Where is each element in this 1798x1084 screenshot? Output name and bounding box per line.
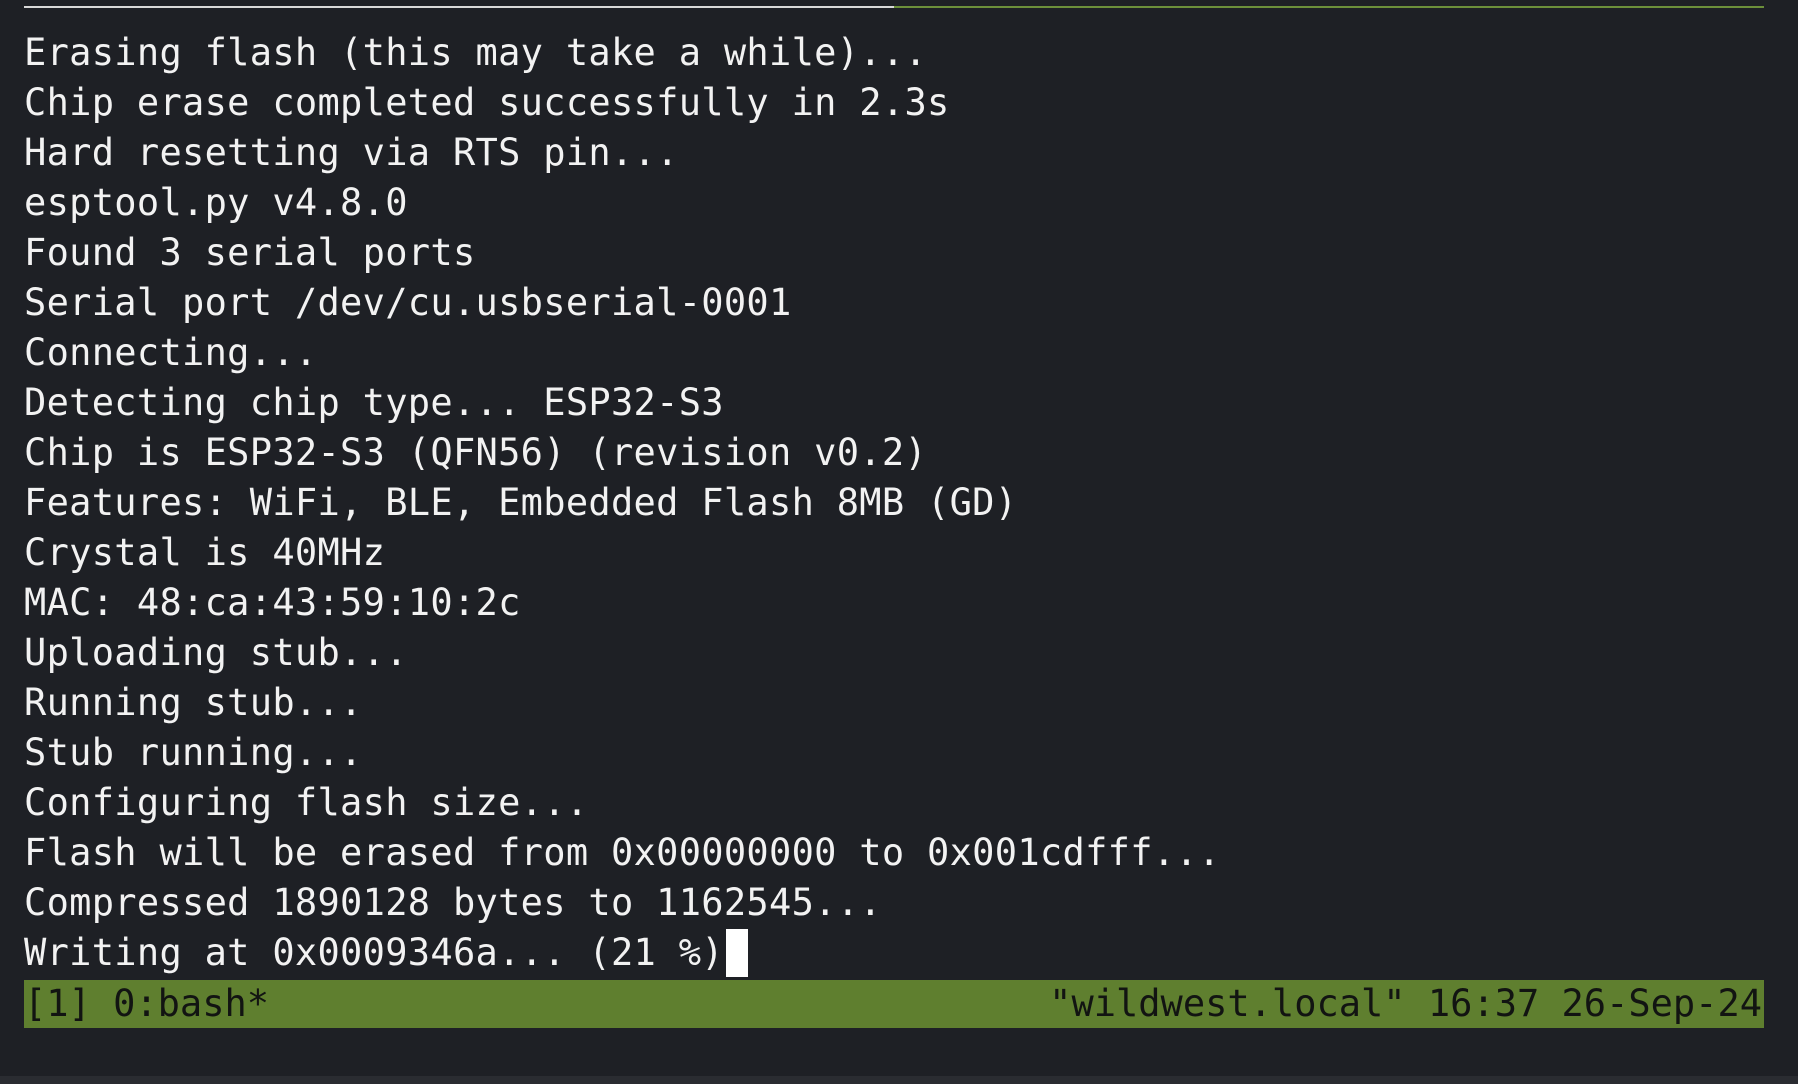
terminal-line: Detecting chip type... ESP32-S3 (24, 381, 724, 424)
terminal-line: Found 3 serial ports (24, 231, 476, 274)
tmux-status-bar: [1] 0:bash* "wildwest.local" 16:37 26-Se… (24, 980, 1764, 1028)
terminal-line: Stub running... (24, 731, 363, 774)
terminal-line: Uploading stub... (24, 631, 408, 674)
terminal-output[interactable]: Erasing flash (this may take a while)...… (24, 28, 1764, 978)
terminal-window: Erasing flash (this may take a while)...… (0, 0, 1798, 1084)
terminal-line: Chip is ESP32-S3 (QFN56) (revision v0.2) (24, 431, 928, 474)
window-bottom-edge (0, 1076, 1798, 1084)
terminal-line: Hard resetting via RTS pin... (24, 131, 679, 174)
tmux-status-right: "wildwest.local" 16:37 26-Sep-24 (1049, 982, 1762, 1025)
terminal-line: Flash will be erased from 0x00000000 to … (24, 831, 1221, 874)
terminal-line: Connecting... (24, 331, 318, 374)
terminal-line: Serial port /dev/cu.usbserial-0001 (24, 281, 792, 324)
terminal-current-line: Writing at 0x0009346a... (21 %) (24, 928, 1764, 978)
terminal-line: Chip erase completed successfully in 2.3… (24, 81, 950, 124)
terminal-line: Crystal is 40MHz (24, 531, 386, 574)
terminal-line: esptool.py v4.8.0 (24, 181, 408, 224)
text-cursor (725, 929, 748, 977)
terminal-line: Configuring flash size... (24, 781, 589, 824)
tmux-window-list[interactable]: [1] 0:bash* (24, 980, 269, 1028)
pane-border (24, 6, 1764, 8)
terminal-line: Features: WiFi, BLE, Embedded Flash 8MB … (24, 481, 1018, 524)
terminal-line-text: Writing at 0x0009346a... (21 %) (24, 931, 724, 974)
terminal-line: MAC: 48:ca:43:59:10:2c (24, 581, 521, 624)
terminal-line: Compressed 1890128 bytes to 1162545... (24, 881, 882, 924)
terminal-line: Running stub... (24, 681, 363, 724)
terminal-line: Erasing flash (this may take a while)... (24, 31, 928, 74)
